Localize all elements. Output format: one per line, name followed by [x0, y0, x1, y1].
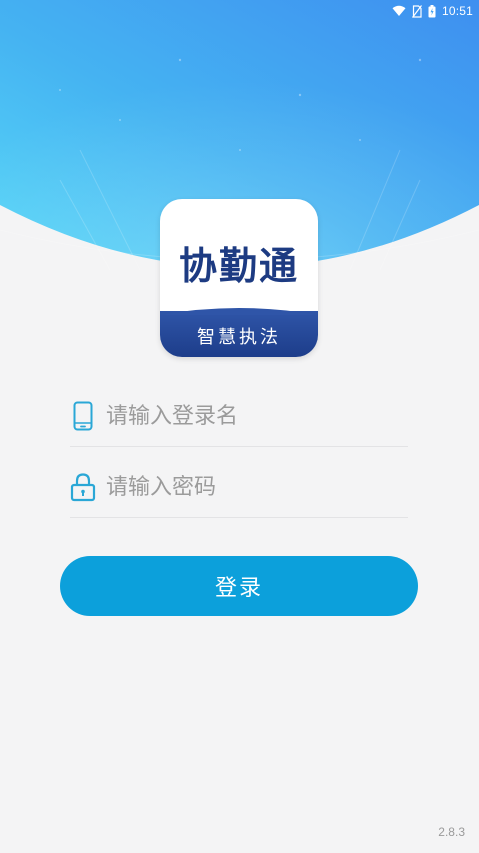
wifi-icon: [392, 5, 406, 17]
app-logo: 协勤通 智慧执法: [160, 199, 318, 357]
username-field: [70, 386, 408, 447]
no-sim-icon: [411, 4, 422, 18]
login-button[interactable]: 登录: [60, 556, 418, 616]
app-version: 2.8.3: [438, 825, 465, 839]
login-button-label: 登录: [214, 576, 263, 601]
logo-title: 协勤通: [178, 244, 299, 288]
status-bar: 10:51: [392, 0, 479, 22]
clock: 10:51: [441, 4, 473, 18]
login-screen: 10:51 协勤通 智慧执法 请输入登录名 登录 2.8.3: [0, 0, 479, 853]
phone-icon: [70, 400, 96, 432]
username-input[interactable]: [106, 403, 396, 429]
password-input[interactable]: [106, 474, 396, 500]
logo-band-curve: [160, 308, 318, 315]
battery-charging-icon: [428, 4, 436, 18]
password-field: [70, 457, 408, 518]
lock-icon: [70, 471, 96, 503]
logo-subtitle-band: 智慧执法: [160, 308, 318, 357]
logo-subtitle: 智慧执法: [197, 327, 281, 348]
